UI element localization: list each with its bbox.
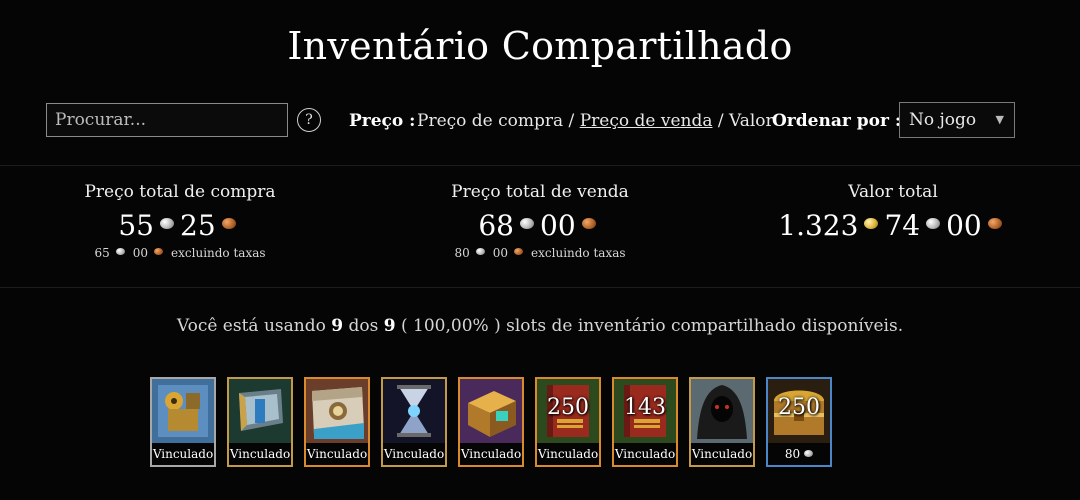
stat-sell: Preço total de venda 68 00 80 00 excluindo … <box>360 182 720 260</box>
stat-buy-label: Preço total de compra <box>84 182 276 202</box>
chevron-down-icon: ▼ <box>995 113 1004 126</box>
silver-coin-icon <box>926 218 941 229</box>
page-title: Inventário Compartilhado <box>287 24 793 68</box>
copper-amount: 00 <box>946 209 982 242</box>
net-copper: 00 <box>492 246 509 260</box>
slot-caption-text: Vinculado <box>614 447 676 461</box>
slot-caption-text: 80 <box>784 447 801 461</box>
stat-value-amount: 1.323 74 00 <box>713 209 1073 242</box>
price-option-sell[interactable]: Preço de venda <box>580 111 713 131</box>
usage-percent: ( 100,00% ) <box>401 316 501 336</box>
shield-box-icon <box>229 379 291 443</box>
net-silver: 65 <box>94 246 110 260</box>
slot-caption-text: Vinculado <box>537 447 599 461</box>
silver-coin-icon <box>115 248 125 255</box>
stat-value: Valor total 1.323 74 00 <box>713 182 1073 242</box>
hooded-figure-icon <box>691 379 753 443</box>
inventory-slot[interactable]: Vinculado <box>150 377 216 467</box>
slot-caption: Vinculado <box>229 443 291 465</box>
golem-kit-icon <box>152 379 214 443</box>
slot-caption: Vinculado <box>383 443 445 465</box>
usage-suffix: slots de inventário compartilhado dispon… <box>506 316 904 336</box>
silver-coin-icon <box>475 248 485 255</box>
copper-coin-icon <box>221 218 236 229</box>
usage-used: 9 <box>331 316 344 336</box>
inventory-slot[interactable]: Vinculado <box>458 377 524 467</box>
inventory-slot[interactable]: Vinculado <box>381 377 447 467</box>
slot-caption: Vinculado <box>614 443 676 465</box>
slot-caption: Vinculado <box>537 443 599 465</box>
net-copper: 00 <box>132 246 149 260</box>
divider <box>0 165 1080 166</box>
price-label: Preço : <box>349 111 416 131</box>
copper-amount: 25 <box>180 209 216 242</box>
copper-amount: 00 <box>540 209 576 242</box>
gold-amount: 1.323 <box>778 209 859 242</box>
slot-caption-text: Vinculado <box>306 447 368 461</box>
slot-caption: 80 <box>768 443 830 465</box>
stat-buy: Preço total de compra 55 25 65 00 excluindo… <box>0 182 360 260</box>
copper-coin-icon <box>581 218 596 229</box>
net-note: excluindo taxas <box>171 246 266 260</box>
slot-caption-text: Vinculado <box>460 447 522 461</box>
stack-count: 143 <box>624 395 666 420</box>
slot-caption: Vinculado <box>691 443 753 465</box>
help-icon[interactable]: ? <box>297 108 321 132</box>
slot-caption: Vinculado <box>152 443 214 465</box>
price-separator: / <box>563 111 580 131</box>
inventory-slot[interactable]: 250 Vinculado <box>535 377 601 467</box>
sort-select[interactable]: No jogo ▼ <box>899 102 1015 138</box>
price-options: Preço de compra / Preço de venda / Valor <box>417 111 774 131</box>
slot-caption: Vinculado <box>306 443 368 465</box>
copper-coin-icon <box>514 248 524 255</box>
stat-buy-net: 65 00 excluindo taxas <box>0 246 360 260</box>
treasure-chest-icon <box>460 379 522 443</box>
silver-coin-icon <box>804 450 814 457</box>
slot-caption-text: Vinculado <box>383 447 445 461</box>
usage-prefix: Você está usando <box>176 316 326 336</box>
silver-amount: 55 <box>118 209 154 242</box>
net-note: excluindo taxas <box>531 246 626 260</box>
price-option-value[interactable]: Valor <box>729 111 774 131</box>
inventory-slot[interactable]: Vinculado <box>689 377 755 467</box>
stack-count: 250 <box>547 395 589 420</box>
search-input[interactable] <box>46 103 288 137</box>
stack-count: 250 <box>778 395 820 420</box>
stat-buy-amount: 55 25 <box>0 209 360 242</box>
slot-caption: Vinculado <box>460 443 522 465</box>
inventory-slot[interactable]: 250 80 <box>766 377 832 467</box>
gold-coin-icon <box>864 218 879 229</box>
copper-coin-icon <box>987 218 1002 229</box>
stat-sell-label: Preço total de venda <box>451 182 629 202</box>
stat-value-label: Valor total <box>848 182 938 202</box>
usage-total: 9 <box>383 316 396 336</box>
stat-sell-net: 80 00 excluindo taxas <box>360 246 720 260</box>
sort-label: Ordenar por : <box>772 111 902 131</box>
stat-sell-amount: 68 00 <box>360 209 720 242</box>
silver-coin-icon <box>520 218 534 229</box>
silver-amount: 74 <box>884 209 921 242</box>
inventory-slot[interactable]: Vinculado <box>304 377 370 467</box>
slot-caption-text: Vinculado <box>152 447 214 461</box>
scroll-pass-icon <box>306 379 368 443</box>
inventory-slot[interactable]: Vinculado <box>227 377 293 467</box>
copper-coin-icon <box>154 248 164 255</box>
slot-caption-text: Vinculado <box>229 447 291 461</box>
usage-middle: dos <box>348 316 379 336</box>
slot-caption-text: Vinculado <box>691 447 753 461</box>
hourglass-icon <box>383 379 445 443</box>
usage-text: Você está usando 9 dos 9 ( 100,00% ) slo… <box>0 316 1080 336</box>
sort-select-value: No jogo <box>909 110 977 130</box>
silver-coin-icon <box>160 218 174 229</box>
silver-amount: 68 <box>478 209 514 242</box>
price-separator: / <box>712 111 730 131</box>
price-option-buy[interactable]: Preço de compra <box>417 111 563 131</box>
divider <box>0 287 1080 288</box>
net-silver: 80 <box>454 246 470 260</box>
inventory-slot[interactable]: 143 Vinculado <box>612 377 678 467</box>
toolbar: ? Preço : Preço de compra / Preço de ven… <box>46 102 1036 140</box>
